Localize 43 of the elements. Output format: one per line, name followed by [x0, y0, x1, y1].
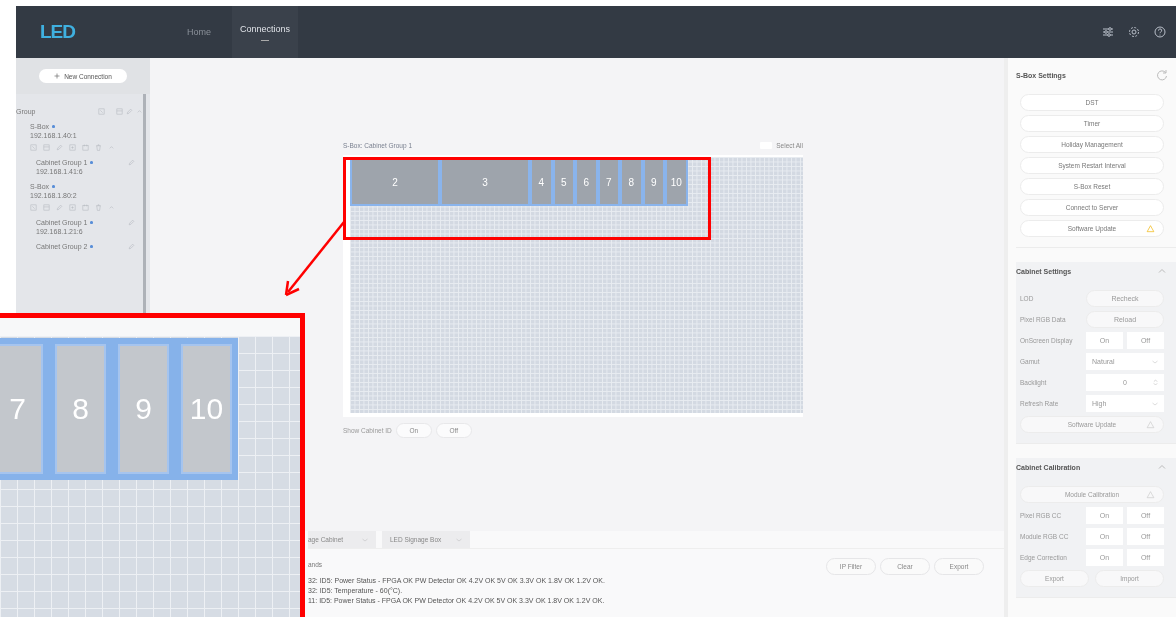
cabinet-tile: 10 — [181, 344, 232, 474]
refresh-icon[interactable] — [1156, 69, 1168, 81]
settings-icon[interactable] — [1128, 26, 1140, 38]
cabinet-tile[interactable]: 3 — [440, 158, 530, 206]
status-dot — [52, 125, 56, 128]
trash-icon[interactable] — [95, 144, 102, 151]
grid-icon[interactable] — [98, 108, 105, 115]
plus-icon — [54, 73, 61, 79]
chevron-up-icon[interactable] — [136, 108, 143, 115]
cabinet-tile[interactable]: 4 — [530, 158, 553, 206]
cabinet-tile[interactable]: 6 — [575, 158, 598, 206]
cabinet-tile[interactable]: 10 — [665, 158, 688, 206]
help-icon[interactable] — [1154, 26, 1166, 38]
grid-icon[interactable] — [30, 204, 37, 211]
cabinet-tile: 9 — [118, 344, 169, 474]
status-dot — [90, 161, 94, 164]
pencil-icon[interactable] — [126, 108, 133, 115]
plus-square-icon[interactable] — [69, 204, 76, 211]
caret-icon — [1152, 359, 1158, 364]
app-logo: LED — [39, 20, 76, 44]
status-dot — [90, 221, 94, 224]
status-dot — [90, 245, 94, 248]
cabinet-tile[interactable]: 8 — [620, 158, 643, 206]
calendar-icon[interactable] — [82, 204, 89, 211]
pencil-icon[interactable] — [56, 204, 63, 211]
calendar-icon[interactable] — [82, 144, 89, 151]
chevron-up-icon[interactable] — [108, 144, 115, 151]
trash-icon[interactable] — [95, 204, 102, 211]
cabinet-tile[interactable]: 2 — [350, 158, 440, 206]
pencil-icon[interactable] — [56, 144, 63, 151]
sliders-icon[interactable] — [1102, 26, 1114, 38]
pencil-icon[interactable] — [128, 243, 135, 250]
cabinet-tile: 7 — [0, 344, 43, 474]
caret-icon — [1152, 401, 1158, 406]
grid-icon[interactable] — [30, 144, 37, 151]
nav-tab[interactable]: Home — [166, 6, 232, 58]
pencil-icon[interactable] — [128, 159, 135, 166]
nav-tab[interactable]: Connections — [232, 6, 298, 58]
chevron-up-icon[interactable] — [108, 204, 115, 211]
status-dot — [52, 185, 56, 188]
plus-square-icon[interactable] — [69, 144, 76, 151]
cabinet-tile: 8 — [55, 344, 106, 474]
pencil-icon[interactable] — [128, 219, 135, 226]
